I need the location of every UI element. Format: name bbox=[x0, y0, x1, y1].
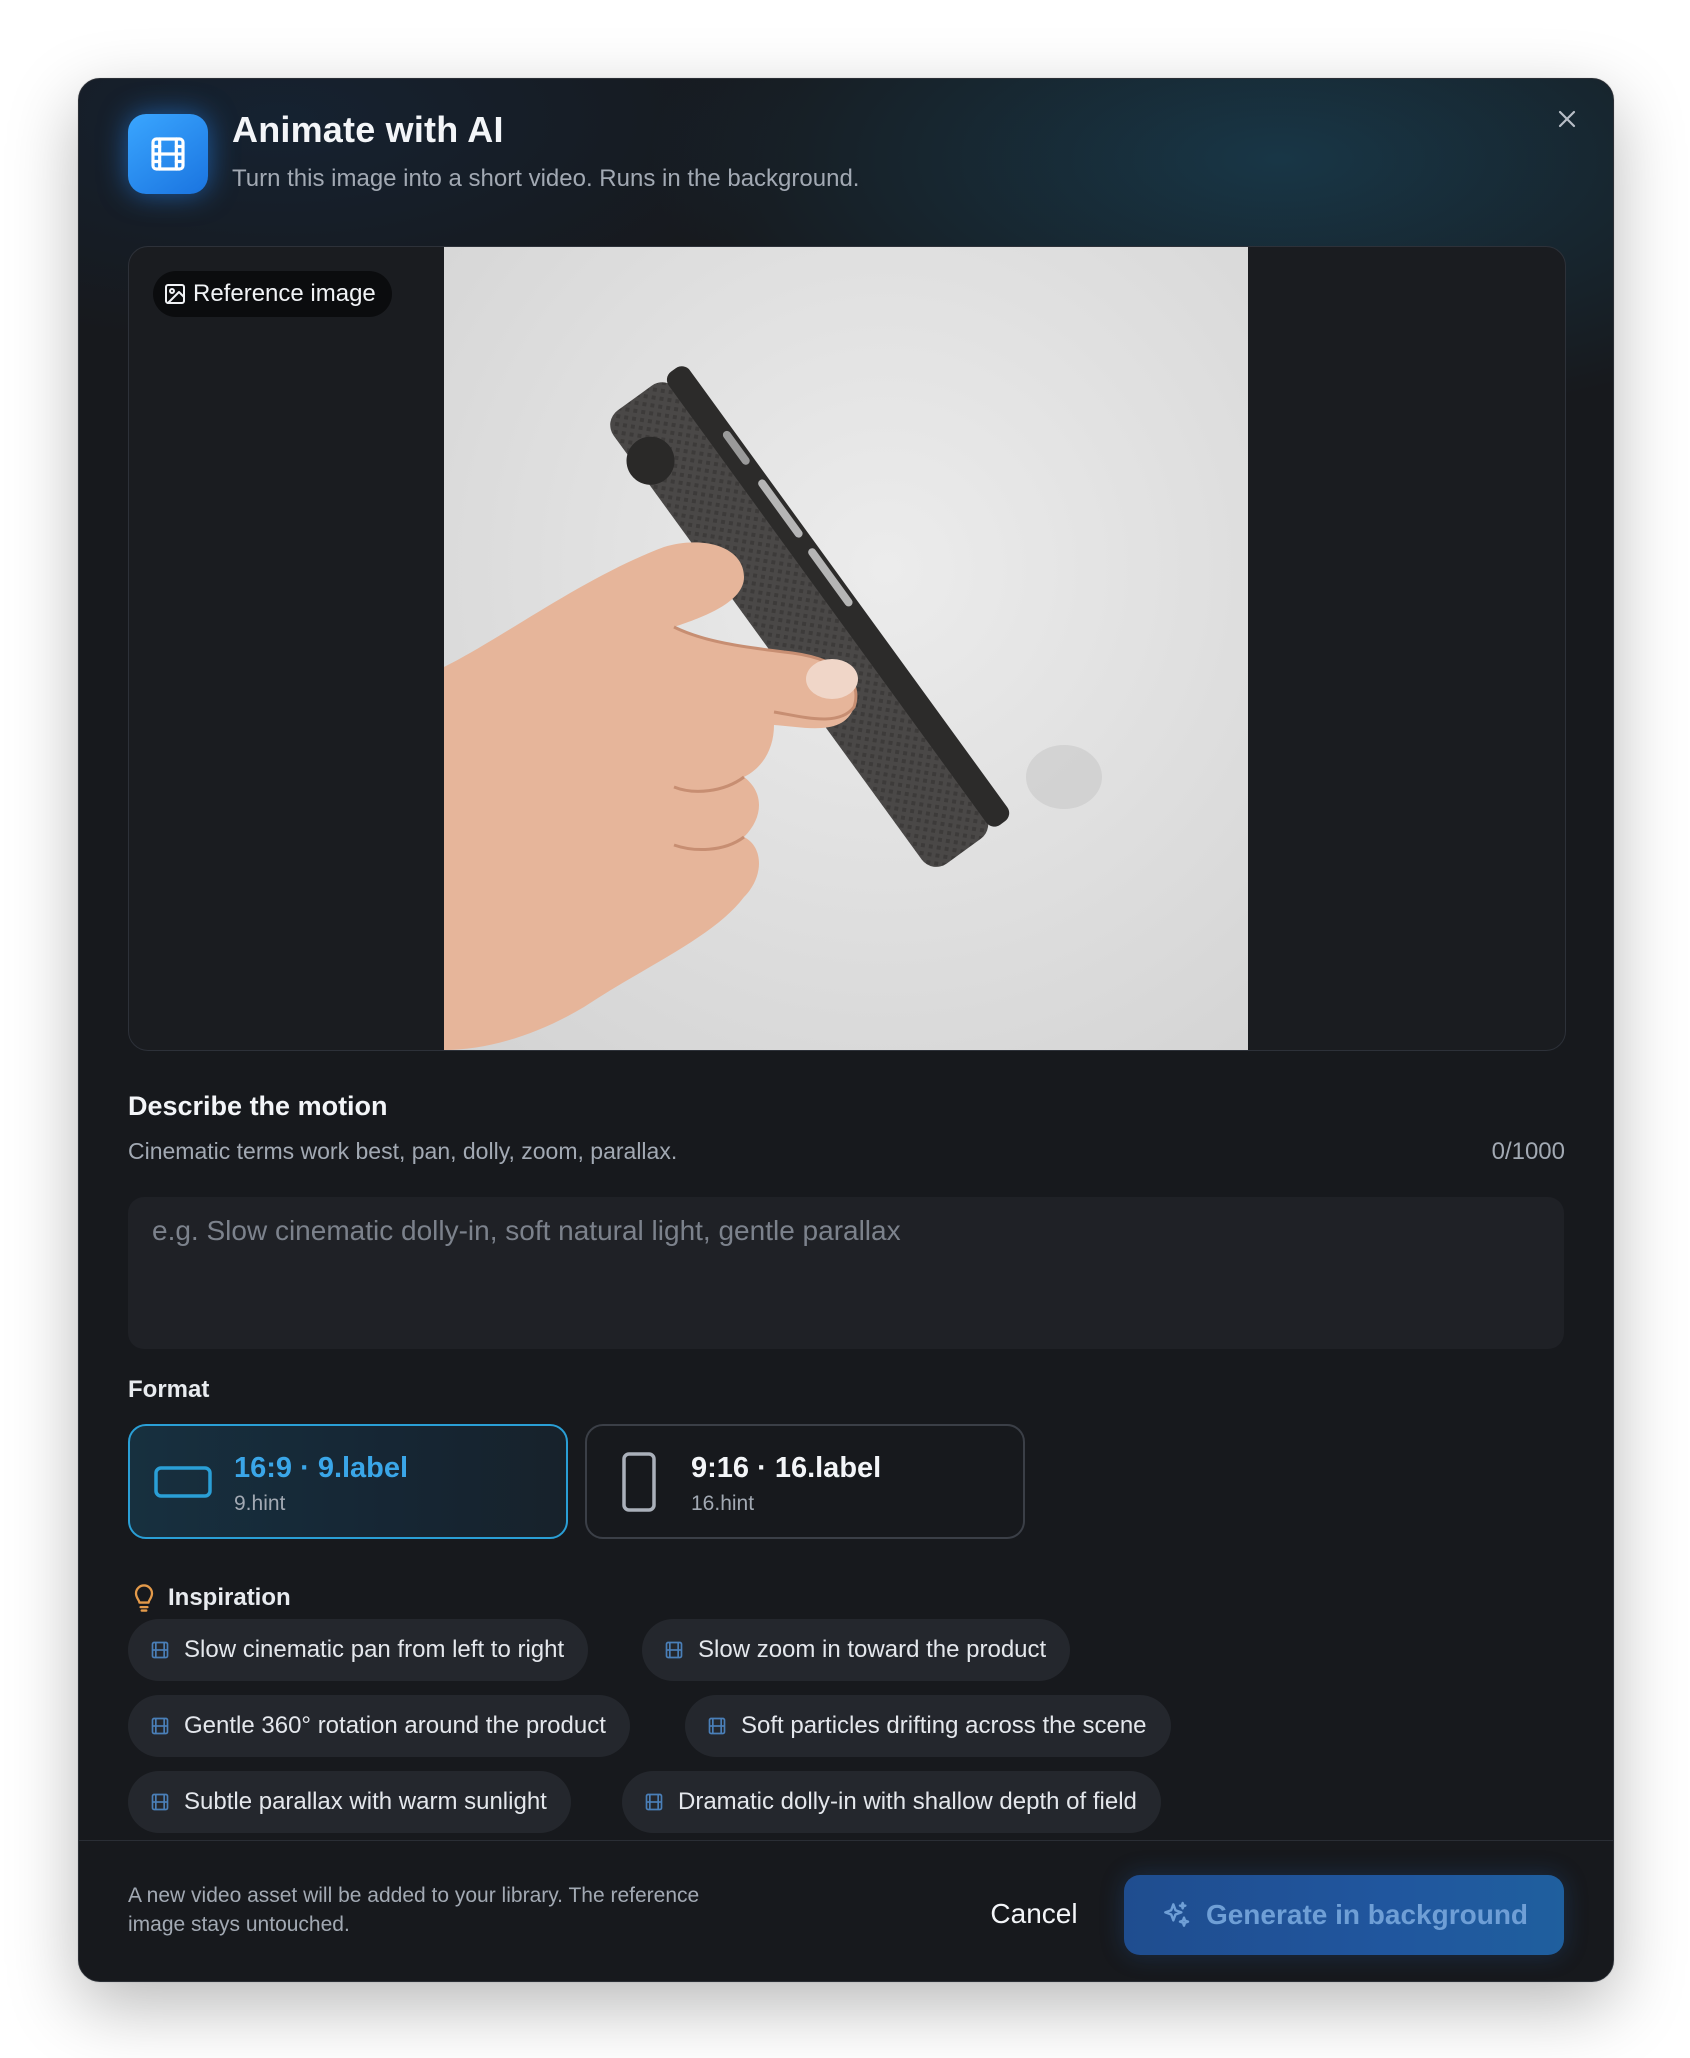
inspiration-chip[interactable]: Soft particles drifting across the scene bbox=[685, 1695, 1171, 1757]
portrait-frame-icon bbox=[622, 1452, 656, 1512]
dialog-subtitle: Turn this image into a short video. Runs… bbox=[232, 165, 860, 192]
generate-button[interactable]: Generate in background bbox=[1124, 1875, 1564, 1955]
format-option-9-16[interactable]: 9:16 · 16.label 16.hint bbox=[585, 1424, 1025, 1539]
reference-image-preview: Reference image bbox=[128, 246, 1566, 1051]
reference-image-badge: Reference image bbox=[153, 271, 392, 317]
motion-section-hint: Cinematic terms work best, pan, dolly, z… bbox=[128, 1138, 678, 1164]
format-option-9-16-name: 9:16 · 16.label bbox=[691, 1452, 882, 1484]
inspiration-chip[interactable]: Subtle parallax with warm sunlight bbox=[128, 1771, 571, 1833]
cancel-button[interactable]: Cancel bbox=[974, 1875, 1094, 1953]
format-option-16-9-hint: 9.hint bbox=[234, 1492, 286, 1515]
film-icon bbox=[644, 1792, 664, 1812]
reference-image-label: Reference image bbox=[193, 280, 376, 307]
inspiration-chip[interactable]: Dramatic dolly-in with shallow depth of … bbox=[622, 1771, 1161, 1833]
format-label: Format bbox=[128, 1376, 210, 1403]
lightbulb-icon bbox=[134, 1584, 154, 1612]
film-icon bbox=[707, 1716, 727, 1736]
format-option-16-9-name: 16:9 · 9.label bbox=[234, 1452, 409, 1484]
format-option-16-9[interactable]: 16:9 · 9.label 9.hint bbox=[128, 1424, 568, 1539]
close-icon bbox=[1558, 110, 1576, 128]
inspiration-chip-label: Soft particles drifting across the scene bbox=[741, 1712, 1147, 1739]
landscape-frame-icon bbox=[154, 1466, 212, 1498]
motion-section-title: Describe the motion bbox=[128, 1091, 388, 1121]
film-icon bbox=[664, 1640, 684, 1660]
inspiration-chip-label: Slow cinematic pan from left to right bbox=[184, 1636, 565, 1663]
inspiration-chip-label: Gentle 360° rotation around the product bbox=[184, 1712, 606, 1739]
generate-button-label: Generate in background bbox=[1205, 1899, 1529, 1930]
image-icon bbox=[165, 284, 185, 304]
inspiration-chip[interactable]: Slow cinematic pan from left to right bbox=[128, 1619, 589, 1681]
film-icon bbox=[128, 114, 208, 194]
close-button[interactable] bbox=[1547, 99, 1587, 139]
film-icon bbox=[150, 1792, 170, 1812]
motion-prompt-input[interactable] bbox=[128, 1197, 1564, 1349]
film-icon bbox=[150, 1640, 170, 1660]
dialog-title: Animate with AI bbox=[232, 109, 504, 150]
film-icon bbox=[150, 1716, 170, 1736]
sparkles-icon bbox=[1164, 1901, 1190, 1927]
reference-image bbox=[444, 247, 1248, 1050]
animate-dialog: Animate with AI Turn this image into a s… bbox=[78, 78, 1614, 1982]
inspiration-chip-label: Subtle parallax with warm sunlight bbox=[184, 1788, 547, 1815]
footer-note: A new video asset will be added to your … bbox=[128, 1884, 700, 1936]
inspiration-chip[interactable]: Slow zoom in toward the product bbox=[642, 1619, 1071, 1681]
character-counter: 0/1000 bbox=[1491, 1138, 1565, 1165]
inspiration-chip-label: Dramatic dolly-in with shallow depth of … bbox=[678, 1788, 1137, 1815]
inspiration-chip-label: Slow zoom in toward the product bbox=[698, 1636, 1047, 1663]
format-option-9-16-hint: 16.hint bbox=[691, 1492, 755, 1515]
inspiration-chip[interactable]: Gentle 360° rotation around the product bbox=[128, 1695, 630, 1757]
dialog-footer: A new video asset will be added to your … bbox=[79, 1840, 1613, 1981]
inspiration-label: Inspiration bbox=[168, 1584, 291, 1611]
